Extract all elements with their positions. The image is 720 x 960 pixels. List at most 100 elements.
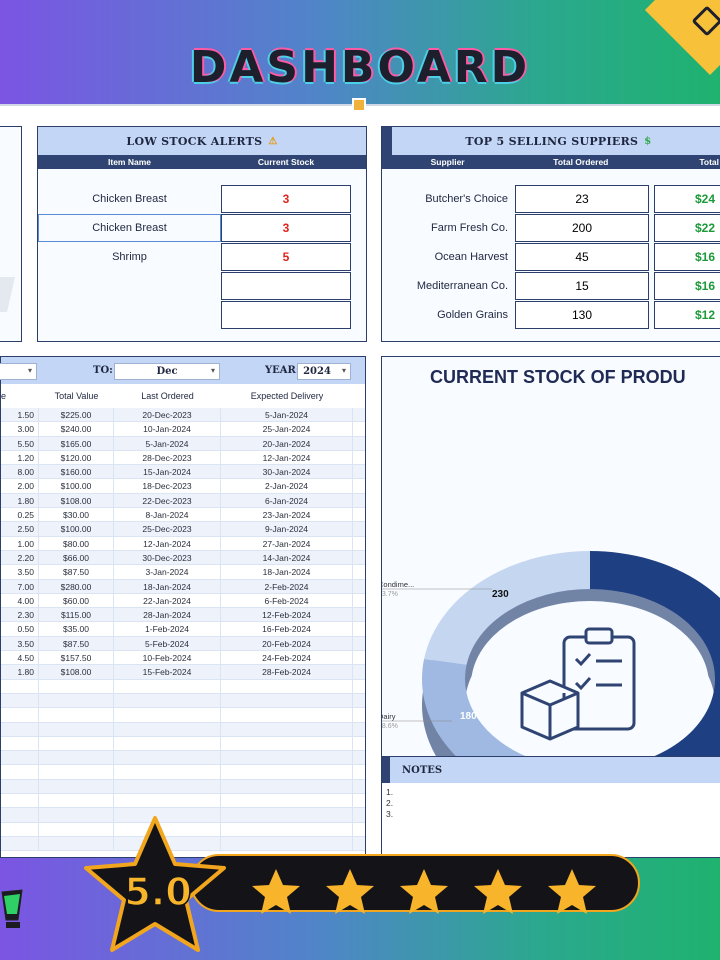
- table-cell[interactable]: [39, 679, 114, 693]
- supplier-total[interactable]: $16: [654, 272, 720, 300]
- supplier-name[interactable]: Golden Grains: [382, 301, 514, 329]
- table-row[interactable]: 3.50 $87.50 5-Feb-2024 20-Feb-2024: [1, 636, 365, 652]
- table-cell[interactable]: 6-Jan-2024: [221, 493, 353, 508]
- low-stock-item[interactable]: Chicken Breast: [38, 214, 221, 242]
- table-cell[interactable]: [221, 808, 353, 822]
- table-cell[interactable]: $87.50: [39, 636, 114, 651]
- table-cell[interactable]: $280.00: [39, 579, 114, 593]
- supplier-ordered[interactable]: 200: [515, 214, 649, 242]
- supplier-name[interactable]: Mediterranean Co.: [382, 272, 514, 300]
- low-stock-qty[interactable]: 3: [221, 185, 351, 213]
- low-stock-qty[interactable]: 5: [221, 243, 351, 271]
- table-cell[interactable]: $30.00: [39, 508, 114, 522]
- supplier-name[interactable]: Butcher's Choice: [382, 185, 514, 213]
- table-cell[interactable]: 15-Jan-2024: [114, 465, 221, 479]
- table-cell[interactable]: 1.80: [1, 493, 39, 508]
- table-cell[interactable]: 1.00: [1, 536, 39, 550]
- table-cell[interactable]: 5-Jan-2024: [114, 436, 221, 450]
- table-cell[interactable]: [221, 751, 353, 765]
- table-row-empty[interactable]: [1, 736, 365, 752]
- table-cell[interactable]: [1, 736, 39, 751]
- table-row[interactable]: 2.50 $100.00 25-Dec-2023 9-Jan-2024: [1, 522, 365, 537]
- table-cell[interactable]: $100.00: [39, 522, 114, 536]
- table-cell[interactable]: $108.00: [39, 493, 114, 508]
- table-cell[interactable]: [114, 794, 221, 808]
- table-cell[interactable]: 4.00: [1, 593, 39, 608]
- table-cell[interactable]: 28-Feb-2024: [221, 665, 353, 679]
- table-cell[interactable]: 10-Feb-2024: [114, 651, 221, 665]
- table-row[interactable]: 0.25 $30.00 8-Jan-2024 23-Jan-2024: [1, 508, 365, 523]
- table-cell[interactable]: $115.00: [39, 608, 114, 622]
- table-cell[interactable]: 1.20: [1, 450, 39, 465]
- table-cell[interactable]: $60.00: [39, 593, 114, 608]
- table-cell[interactable]: 2.00: [1, 479, 39, 493]
- table-row[interactable]: 7.00 $280.00 18-Jan-2024 2-Feb-2024: [1, 579, 365, 594]
- low-stock-qty[interactable]: [221, 301, 351, 329]
- table-row[interactable]: 1.00 $80.00 12-Jan-2024 27-Jan-2024: [1, 536, 365, 551]
- from-month-dropdown[interactable]: ▾: [0, 363, 37, 380]
- table-cell[interactable]: [221, 836, 353, 851]
- table-cell[interactable]: [39, 794, 114, 808]
- supplier-ordered[interactable]: 130: [515, 301, 649, 329]
- table-cell[interactable]: [39, 736, 114, 751]
- table-cell[interactable]: 8.00: [1, 465, 39, 479]
- table-cell[interactable]: 25-Dec-2023: [114, 522, 221, 536]
- table-cell[interactable]: [1, 822, 39, 836]
- to-month-dropdown[interactable]: Dec ▾: [114, 363, 220, 380]
- supplier-ordered[interactable]: 23: [515, 185, 649, 213]
- table-row[interactable]: 4.00 $60.00 22-Jan-2024 6-Feb-2024: [1, 593, 365, 609]
- table-cell[interactable]: 8-Jan-2024: [114, 508, 221, 522]
- supplier-ordered[interactable]: 45: [515, 243, 649, 271]
- table-cell[interactable]: 2-Jan-2024: [221, 479, 353, 493]
- table-cell[interactable]: 18-Dec-2023: [114, 479, 221, 493]
- table-row[interactable]: 5.50 $165.00 5-Jan-2024 20-Jan-2024: [1, 436, 365, 451]
- table-row-empty[interactable]: [1, 765, 365, 780]
- table-row[interactable]: 0.50 $35.00 1-Feb-2024 16-Feb-2024: [1, 622, 365, 637]
- table-cell[interactable]: [221, 722, 353, 736]
- table-cell[interactable]: 1.50: [1, 408, 39, 422]
- table-cell[interactable]: [1, 808, 39, 822]
- table-cell[interactable]: [1, 751, 39, 765]
- note-line[interactable]: 3.: [382, 809, 720, 820]
- table-cell[interactable]: [114, 765, 221, 779]
- table-row-empty[interactable]: [1, 708, 365, 723]
- table-cell[interactable]: 2.50: [1, 522, 39, 536]
- supplier-total[interactable]: $16: [654, 243, 720, 271]
- table-cell[interactable]: 25-Jan-2024: [221, 422, 353, 436]
- table-cell[interactable]: $157.50: [39, 651, 114, 665]
- table-cell[interactable]: [1, 679, 39, 693]
- table-cell[interactable]: [39, 722, 114, 736]
- table-cell[interactable]: 3-Jan-2024: [114, 565, 221, 579]
- table-cell[interactable]: [221, 779, 353, 794]
- low-stock-item[interactable]: Shrimp: [38, 243, 221, 271]
- supplier-total[interactable]: $22: [654, 214, 720, 242]
- table-cell[interactable]: 18-Jan-2024: [221, 565, 353, 579]
- table-cell[interactable]: [221, 693, 353, 708]
- supplier-total[interactable]: $24: [654, 185, 720, 213]
- table-cell[interactable]: $240.00: [39, 422, 114, 436]
- table-cell[interactable]: [1, 722, 39, 736]
- table-cell[interactable]: 12-Jan-2024: [221, 450, 353, 465]
- table-cell[interactable]: 20-Dec-2023: [114, 408, 221, 422]
- low-stock-qty[interactable]: [221, 272, 351, 300]
- table-cell[interactable]: $225.00: [39, 408, 114, 422]
- table-cell[interactable]: 27-Jan-2024: [221, 536, 353, 550]
- table-row[interactable]: 2.00 $100.00 18-Dec-2023 2-Jan-2024: [1, 479, 365, 494]
- table-row[interactable]: 1.80 $108.00 15-Feb-2024 28-Feb-2024: [1, 665, 365, 680]
- table-cell[interactable]: 9-Jan-2024: [221, 522, 353, 536]
- table-cell[interactable]: 3.50: [1, 565, 39, 579]
- supplier-total[interactable]: $12: [654, 301, 720, 329]
- table-cell[interactable]: 3.00: [1, 422, 39, 436]
- table-cell[interactable]: [39, 751, 114, 765]
- table-row[interactable]: 1.20 $120.00 28-Dec-2023 12-Jan-2024: [1, 450, 365, 466]
- table-cell[interactable]: 18-Jan-2024: [114, 579, 221, 593]
- table-cell[interactable]: 20-Feb-2024: [221, 636, 353, 651]
- table-cell[interactable]: 12-Feb-2024: [221, 608, 353, 622]
- table-cell[interactable]: 14-Jan-2024: [221, 550, 353, 565]
- table-cell[interactable]: 15-Feb-2024: [114, 665, 221, 679]
- table-cell[interactable]: [39, 779, 114, 794]
- resize-handle[interactable]: [352, 98, 366, 112]
- note-line[interactable]: 2.: [382, 798, 720, 809]
- table-cell[interactable]: 23-Jan-2024: [221, 508, 353, 522]
- table-row[interactable]: 4.50 $157.50 10-Feb-2024 24-Feb-2024: [1, 651, 365, 666]
